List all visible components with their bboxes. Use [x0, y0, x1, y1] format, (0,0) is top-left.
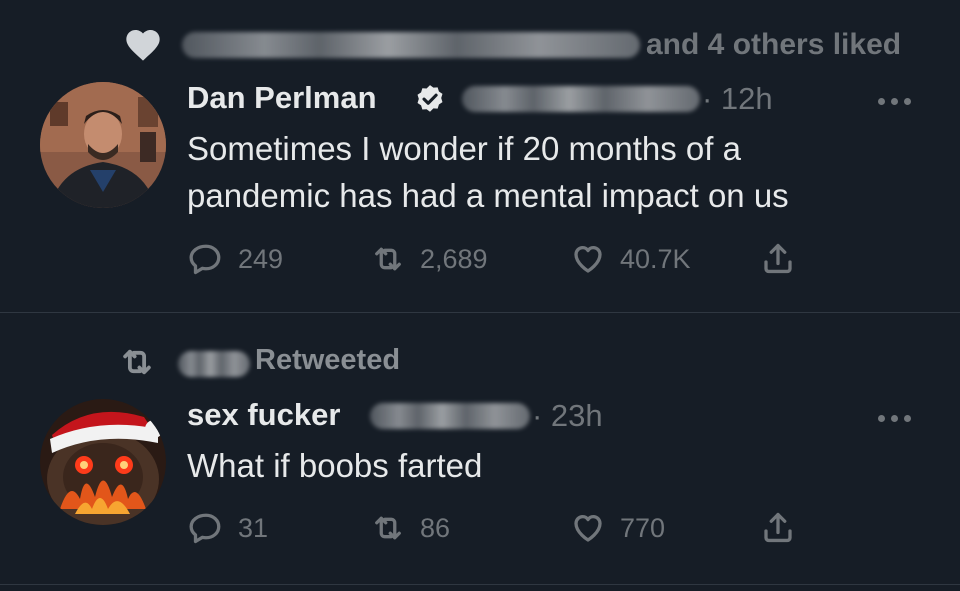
more-icon[interactable]	[878, 94, 918, 108]
heart-icon	[574, 514, 602, 542]
tweet-retweeted[interactable]: Retweeted sex fucker · 23h What if boobs…	[0, 313, 960, 585]
retweet-count: 2,689	[420, 243, 488, 274]
retweet-button[interactable]: 86	[370, 510, 450, 546]
author-name[interactable]: sex fucker	[187, 397, 340, 433]
tweet-liked[interactable]: and 4 others liked Dan Perlman · 12h Som…	[0, 0, 960, 312]
retweet-icon	[375, 516, 401, 540]
avatar-photo	[40, 399, 166, 525]
avatar[interactable]	[40, 82, 166, 208]
share-button[interactable]	[760, 241, 796, 277]
like-button[interactable]: 770	[570, 510, 665, 546]
tweet-timestamp[interactable]: · 23h	[532, 398, 603, 434]
reply-icon	[189, 513, 221, 544]
retweet-button[interactable]: 2,689	[370, 241, 488, 277]
share-button[interactable]	[760, 510, 796, 546]
avatar[interactable]	[40, 399, 166, 525]
redacted-retweeter	[178, 351, 250, 377]
tweet-timestamp[interactable]: · 12h	[702, 81, 773, 117]
author-name[interactable]: Dan Perlman	[187, 80, 377, 116]
retweet-icon	[375, 247, 401, 271]
retweet-count: 86	[420, 512, 451, 543]
tweet-text: Sometimes I wonder if 20 months of a pan…	[187, 130, 789, 214]
retweet-icon	[123, 349, 151, 375]
social-context-label: Retweeted	[255, 344, 401, 376]
heart-icon	[574, 245, 602, 273]
reply-count: 249	[238, 243, 284, 274]
reply-icon	[189, 244, 221, 275]
verified-badge-icon	[417, 85, 443, 112]
like-count: 770	[620, 512, 666, 543]
social-context-label: and 4 others liked	[646, 28, 902, 61]
redacted-usernames	[182, 32, 640, 58]
avatar-photo	[40, 82, 166, 208]
reply-button[interactable]: 31	[188, 510, 268, 546]
redacted-handle	[462, 86, 700, 112]
share-icon	[764, 243, 792, 274]
divider	[0, 584, 960, 585]
reply-button[interactable]: 249	[188, 241, 283, 277]
like-button[interactable]: 40.7K	[570, 241, 691, 277]
reply-count: 31	[238, 512, 269, 543]
tweet-text: What if boobs farted	[187, 447, 483, 484]
more-icon[interactable]	[878, 411, 918, 425]
share-icon	[764, 512, 792, 543]
like-count: 40.7K	[620, 243, 691, 274]
redacted-handle	[370, 403, 530, 429]
heart-filled-icon	[126, 30, 160, 61]
